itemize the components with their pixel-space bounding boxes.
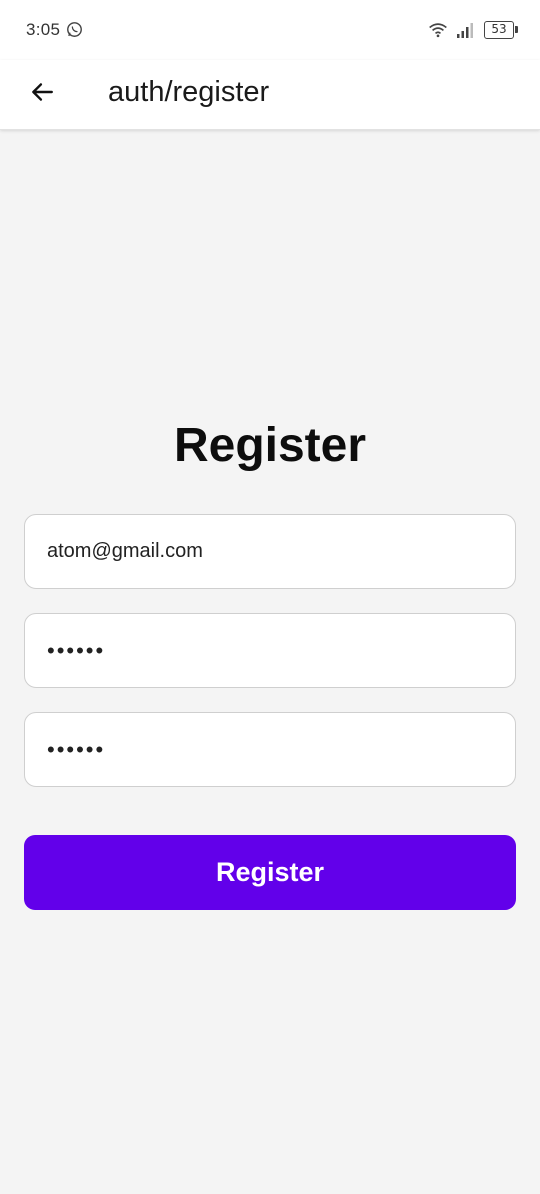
status-icons: 53: [428, 19, 518, 41]
status-time: 3:05: [26, 20, 61, 39]
register-heading: Register: [173, 419, 367, 472]
arrow-left-icon: [32, 83, 53, 101]
wifi-icon: [429, 23, 447, 38]
email-field[interactable]: [24, 514, 516, 589]
signal-icon: [457, 23, 473, 38]
battery-icon: 53: [484, 21, 518, 39]
whatsapp-icon: [67, 22, 82, 37]
password-field[interactable]: [24, 613, 516, 688]
confirm-password-field[interactable]: [24, 712, 516, 787]
register-button[interactable]: Register: [24, 835, 516, 910]
status-bar: 3:05 53: [0, 0, 540, 60]
back-button[interactable]: [20, 70, 64, 114]
page-title: auth/register: [108, 76, 270, 108]
app-bar: auth/register: [0, 60, 540, 130]
